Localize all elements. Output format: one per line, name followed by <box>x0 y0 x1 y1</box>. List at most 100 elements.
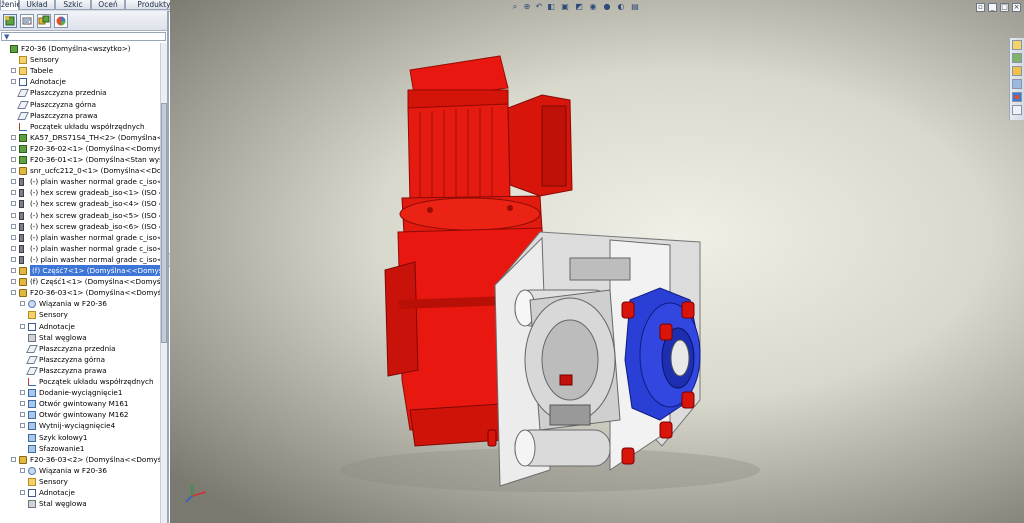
tree-item[interactable]: Stal węglowa <box>0 332 160 343</box>
design-library-icon[interactable] <box>1012 53 1022 63</box>
tree-expand-toggle[interactable] <box>11 223 16 229</box>
tree-item[interactable]: F20-36 (Domyślna<wszytko>) <box>0 43 160 54</box>
tree-expand-toggle[interactable] <box>20 423 25 429</box>
tree-item[interactable]: (-) plain washer normal grade c_iso<6> ( <box>0 176 160 187</box>
tree-item[interactable]: F20-36-02<1> (Domyślna<<Domyślna>_ <box>0 143 160 154</box>
tree-expand-toggle[interactable] <box>20 490 25 495</box>
tree-expand-toggle[interactable] <box>11 268 16 273</box>
tree-item[interactable]: (f) Część7<1> (Domyślna<<Domyślna>_ <box>0 265 160 276</box>
graphics-area[interactable]: ⌕ ⊕ ↶ ◧ ▣ ◩ ◉ ● ◐ ▤ ▫ _ □ × <box>170 0 1024 523</box>
tree-item[interactable]: Adnotacje <box>0 321 160 332</box>
tree-item[interactable]: Wiązania w F20-36 <box>0 298 160 309</box>
tab-sketch[interactable]: Szkic <box>55 0 91 10</box>
tree-expand-toggle[interactable] <box>11 157 16 162</box>
tree-item[interactable]: Tabele <box>0 65 160 76</box>
tree-item[interactable]: Otwór gwintowany M162 <box>0 409 160 420</box>
zoom-fit-icon[interactable]: ⌕ <box>510 2 520 12</box>
tree-item[interactable]: Sensory <box>0 54 160 65</box>
tree-item[interactable]: F20-36-03<2> (Domyślna<<Domyślna>_ <box>0 454 160 465</box>
tree-item[interactable]: F20-36-03<1> (Domyślna<<Domyślna>_ <box>0 287 160 298</box>
resources-icon[interactable] <box>1012 40 1022 50</box>
tree-item[interactable]: Szyk kołowy1 <box>0 432 160 443</box>
tree-item[interactable]: Płaszczyzna przednia <box>0 343 160 354</box>
appearances-icon[interactable] <box>1012 92 1022 102</box>
tree-expand-toggle[interactable] <box>20 467 25 473</box>
minimize-icon[interactable]: _ <box>988 3 997 12</box>
tab-assembly[interactable]: ženie <box>0 0 21 10</box>
display-manager-icon[interactable] <box>54 14 68 28</box>
tree-expand-toggle[interactable] <box>11 79 16 85</box>
tree-item[interactable]: Płaszczyzna prawa <box>0 365 160 376</box>
tree-expand-toggle[interactable] <box>11 279 16 285</box>
view-palette-icon[interactable] <box>1012 79 1022 89</box>
tree-expand-toggle[interactable] <box>20 390 25 396</box>
tree-item[interactable]: Początek układu współrzędnych <box>0 376 160 387</box>
tree-item[interactable]: (-) hex screw gradeab_iso<4> (ISO 4017 - <box>0 198 160 209</box>
section-view-icon[interactable]: ◧ <box>546 2 556 12</box>
tree-item[interactable]: KA57_DRS71S4_TH<2> (Domyślna<Stan <box>0 132 160 143</box>
maximize-icon[interactable]: □ <box>1000 3 1009 12</box>
tree-item[interactable]: Otwór gwintowany M161 <box>0 398 160 409</box>
tree-item[interactable]: Wytnij-wyciągnięcie4 <box>0 420 160 431</box>
tree-item[interactable]: Płaszczyzna górna <box>0 354 160 365</box>
tree-expand-toggle[interactable] <box>11 245 16 251</box>
tree-expand-toggle[interactable] <box>11 190 16 196</box>
tree-item[interactable]: F20-36-01<1> (Domyślna<Stan wyświetl <box>0 154 160 165</box>
tree-filter-input[interactable]: ▼ <box>1 32 166 41</box>
tree-expand-toggle[interactable] <box>11 256 16 262</box>
tree-expand-toggle[interactable] <box>11 456 16 462</box>
tree-expand-toggle[interactable] <box>11 134 16 140</box>
tree-item[interactable]: (-) hex screw gradeab_iso<1> (ISO 4017 - <box>0 187 160 198</box>
tree-item[interactable]: (-) plain washer normal grade c_iso<10> <box>0 254 160 265</box>
tree-item[interactable]: Stal węglowa <box>0 498 160 509</box>
tree-item[interactable]: (-) hex screw gradeab_iso<5> (ISO 4017 - <box>0 210 160 221</box>
tree-expand-toggle[interactable] <box>11 68 16 74</box>
scrollbar-thumb[interactable] <box>161 103 167 343</box>
apply-scene-icon[interactable]: ◐ <box>616 2 626 12</box>
edit-appearance-icon[interactable]: ● <box>602 2 612 12</box>
tab-evaluate[interactable]: Oceń <box>91 0 125 10</box>
tree-item[interactable]: Płaszczyzna górna <box>0 99 160 110</box>
tree-expand-toggle[interactable] <box>11 212 16 218</box>
hide-show-icon[interactable]: ◉ <box>588 2 598 12</box>
property-manager-icon[interactable] <box>20 14 34 28</box>
tree-item[interactable]: Płaszczyzna prawa <box>0 110 160 121</box>
tab-layout[interactable]: Układ <box>19 0 55 10</box>
close-icon[interactable]: × <box>1012 3 1021 12</box>
tree-expand-toggle[interactable] <box>20 412 25 418</box>
tree-expand-toggle[interactable] <box>20 301 25 307</box>
tree-expand-toggle[interactable] <box>11 234 16 240</box>
configuration-manager-icon[interactable] <box>37 14 51 28</box>
view-orientation-icon[interactable]: ▣ <box>560 2 570 12</box>
tree-item[interactable]: (-) plain washer normal grade c_iso<8> ( <box>0 232 160 243</box>
tree-expand-toggle[interactable] <box>11 179 16 185</box>
tree-item[interactable]: Sfazowanie1 <box>0 443 160 454</box>
assembly-model[interactable] <box>170 0 1024 523</box>
pane-vertical-scrollbar[interactable] <box>160 43 167 523</box>
tree-expand-toggle[interactable] <box>11 145 16 151</box>
feature-manager-icon[interactable] <box>3 14 17 28</box>
zoom-area-icon[interactable]: ⊕ <box>522 2 532 12</box>
tree-expand-toggle[interactable] <box>11 201 16 207</box>
tree-item[interactable]: (-) plain washer normal grade c_iso<9> ( <box>0 243 160 254</box>
file-explorer-icon[interactable] <box>1012 66 1022 76</box>
tree-item[interactable]: Adnotacje <box>0 76 160 87</box>
tree-item[interactable]: Adnotacje <box>0 487 160 498</box>
tree-item[interactable]: Sensory <box>0 309 160 320</box>
tree-item[interactable]: Dodanie-wyciągnięcie1 <box>0 387 160 398</box>
custom-properties-icon[interactable] <box>1012 105 1022 115</box>
tree-item[interactable]: snr_ucfc212_0<1> (Domyślna<<Domyślr <box>0 165 160 176</box>
tree-item[interactable]: Początek układu współrzędnych <box>0 121 160 132</box>
tree-item[interactable]: (f) Część1<1> (Domyślna<<Domyślna>_ <box>0 276 160 287</box>
tree-item[interactable]: (-) hex screw gradeab_iso<6> (ISO 4017 - <box>0 221 160 232</box>
tree-expand-toggle[interactable] <box>20 323 25 329</box>
tree-expand-toggle[interactable] <box>11 168 16 174</box>
previous-view-icon[interactable]: ↶ <box>534 2 544 12</box>
tree-expand-toggle[interactable] <box>11 290 16 296</box>
tree-item[interactable]: Wiązania w F20-36 <box>0 465 160 476</box>
display-style-icon[interactable]: ◩ <box>574 2 584 12</box>
tree-item[interactable]: Płaszczyzna przednia <box>0 87 160 98</box>
restore-icon[interactable]: ▫ <box>976 3 985 12</box>
tree-expand-toggle[interactable] <box>20 401 25 407</box>
view-settings-icon[interactable]: ▤ <box>630 2 640 12</box>
